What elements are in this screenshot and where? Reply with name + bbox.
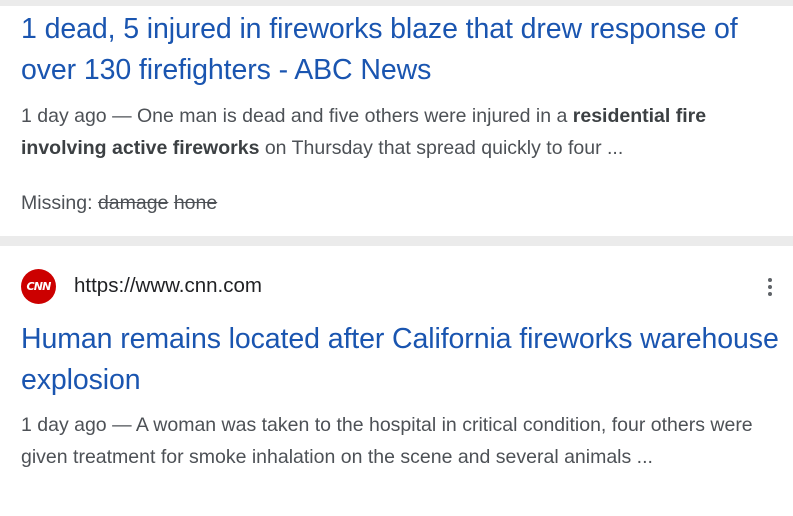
result-divider — [0, 236, 793, 246]
snippet-text: One man is dead and five others were inj… — [137, 105, 573, 127]
snippet-date: 1 day ago — [21, 414, 107, 436]
snippet-text: on Thursday that spread quickly to four … — [259, 137, 624, 159]
result-title-link[interactable]: Human remains located after California f… — [21, 319, 781, 401]
source-url[interactable]: https://www.cnn.com — [74, 272, 262, 300]
result-snippet: 1 day ago — One man is dead and five oth… — [21, 100, 771, 164]
missing-label: Missing: — [21, 192, 98, 214]
search-result-card: CNN https://www.cnn.com Human remains lo… — [0, 246, 793, 516]
missing-terms: Missing: damage hone — [21, 189, 217, 217]
missing-term: damage — [97, 192, 169, 214]
missing-term: hone — [173, 192, 218, 214]
cnn-favicon-icon: CNN — [21, 268, 56, 304]
snippet-date: 1 day ago — [21, 105, 107, 127]
result-title-link[interactable]: 1 dead, 5 injured in fireworks blaze tha… — [21, 9, 781, 91]
result-source[interactable]: CNN https://www.cnn.com — [21, 268, 262, 304]
search-result-card: 1 dead, 5 injured in fireworks blaze tha… — [0, 6, 793, 236]
snippet-dash: — — [106, 105, 137, 127]
more-vert-icon[interactable] — [761, 274, 779, 300]
snippet-dash: — — [106, 414, 136, 436]
result-snippet: 1 day ago — A woman was taken to the hos… — [21, 409, 771, 473]
